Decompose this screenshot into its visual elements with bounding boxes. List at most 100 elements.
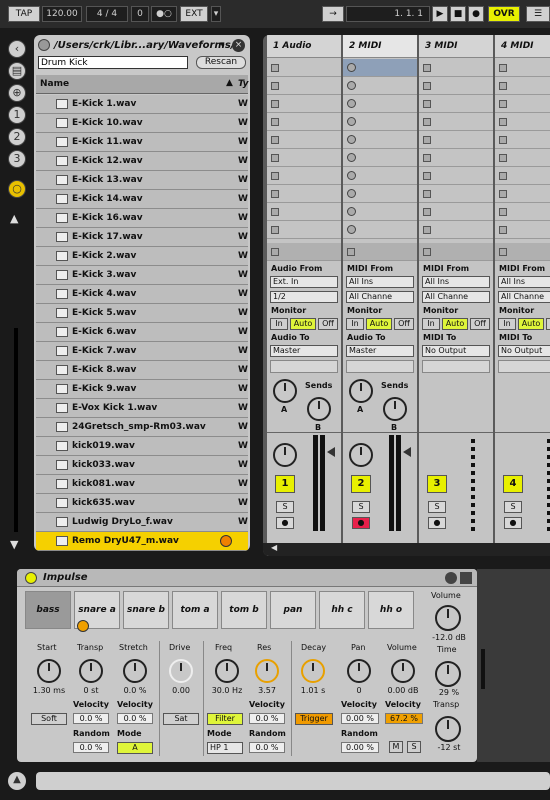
tempo-field[interactable]: 120.00 [42,6,82,22]
clip-slot[interactable] [419,113,493,131]
clip-slot[interactable] [343,113,417,131]
clip-slot[interactable] [495,203,550,221]
sample-pad[interactable]: snare b [123,591,169,629]
velocity-vol-field[interactable]: 67.2 % [385,713,423,724]
clip-slot[interactable] [495,95,550,113]
stretch-mode-button[interactable]: A [117,742,153,754]
arm-record-button[interactable]: ● [504,517,522,529]
volume-fader-icon[interactable] [327,447,335,457]
output-channel-dropdown[interactable] [346,360,414,373]
soft-button[interactable]: Soft [31,713,67,725]
filter-mode-dropdown[interactable]: HP 1 [207,742,243,754]
input-channel-dropdown[interactable]: 1/2 [270,291,338,303]
name-column-header[interactable]: Name [40,79,69,89]
sort-arrow-icon[interactable]: ▲ [226,78,233,88]
ext-sync-button[interactable]: EXT [180,6,208,22]
clip-slot[interactable] [267,131,341,149]
pan-knob[interactable] [273,443,297,467]
pan-knob[interactable] [347,659,371,683]
track-activator[interactable]: 2 [351,475,371,493]
velocity-pan-field[interactable]: 0.00 % [341,713,379,724]
monitor-auto-button[interactable]: Auto [366,318,392,330]
horizontal-scrollbar[interactable]: ◀ [263,543,550,556]
track-name[interactable]: 4 MIDI [495,35,550,58]
device-settings-icon[interactable] [445,572,457,584]
clip-slot[interactable] [343,95,417,113]
track-activator[interactable]: 3 [427,475,447,493]
clip-slot[interactable] [267,59,341,77]
stretch-knob[interactable] [123,659,147,683]
track-name[interactable]: 1 Audio [267,35,341,58]
solo-pad-button[interactable]: S [407,741,421,753]
res-knob[interactable] [255,659,279,683]
solo-button[interactable]: S [504,501,522,513]
clip-slot[interactable] [495,113,550,131]
clip-slot[interactable] [343,77,417,95]
sample-pad[interactable]: tom b [221,591,267,629]
record-icon[interactable]: ● [468,6,484,22]
toggle-detail-icon[interactable]: ▲ [8,772,26,790]
drive-knob[interactable] [169,659,193,683]
input-type-dropdown[interactable]: Ext. In [270,276,338,288]
pad-volume-knob[interactable] [391,659,415,683]
clip-slot[interactable] [495,149,550,167]
send-b-knob[interactable] [307,397,331,421]
track-name[interactable]: 3 MIDI [419,35,493,58]
folder-2-icon[interactable]: 2 [8,128,26,146]
song-position-field[interactable]: 1. 1. 1 [346,6,430,22]
scroll-up-icon[interactable]: ▲ [10,212,22,225]
track-activator[interactable]: 4 [503,475,523,493]
velocity-stretch-field[interactable]: 0.0 % [117,713,153,724]
file-row[interactable]: E-Kick 9.wav W [36,380,248,399]
monitor-in-button[interactable]: In [498,318,516,330]
play-icon[interactable]: ▶ [432,6,448,22]
browser-path[interactable]: /Users/crk/Libr...ary/Waveforms/ [54,40,235,51]
output-type-dropdown[interactable]: Master [346,345,414,357]
clip-stop-button[interactable] [419,243,493,261]
solo-button[interactable]: S [276,501,294,513]
input-channel-dropdown[interactable]: All Channe [346,291,414,303]
clip-slot[interactable] [343,59,417,77]
clip-slot[interactable] [419,77,493,95]
send-a-knob[interactable] [273,379,297,403]
clip-slot[interactable] [495,221,550,239]
transp-knob[interactable] [79,659,103,683]
type-column-header[interactable]: Ty [238,79,249,89]
clip-slot[interactable] [495,59,550,77]
clip-slot[interactable] [495,131,550,149]
preview-icon[interactable] [220,535,232,547]
trigger-button[interactable]: Trigger [295,713,333,725]
clip-slot[interactable] [495,185,550,203]
file-row[interactable]: E-Kick 7.wav W [36,342,248,361]
sample-pad[interactable]: hh c [319,591,365,629]
sat-button[interactable]: Sat [163,713,199,725]
pan-knob[interactable] [349,443,373,467]
output-channel-dropdown[interactable] [422,360,490,373]
clip-slot[interactable] [343,149,417,167]
file-row[interactable]: E-Kick 6.wav W [36,323,248,342]
clip-slot[interactable] [343,221,417,239]
output-channel-dropdown[interactable] [498,360,550,373]
file-row[interactable]: E-Kick 3.wav W [36,266,248,285]
monitor-off-button[interactable]: Off [470,318,490,330]
plugins-icon[interactable]: ⊕ [8,84,26,102]
output-type-dropdown[interactable]: No Output [422,345,490,357]
clip-stop-button[interactable] [495,243,550,261]
browser-scrollbar[interactable] [14,328,18,532]
freq-knob[interactable] [215,659,239,683]
hide-browser-icon[interactable]: ‹ [8,40,26,58]
search-input[interactable] [38,56,188,69]
clip-slot[interactable] [419,59,493,77]
monitor-auto-button[interactable]: Auto [518,318,544,330]
metronome-icon[interactable]: ●○ [151,6,177,22]
clip-stop-button[interactable] [267,243,341,261]
clip-slot[interactable] [495,77,550,95]
clip-slot[interactable] [419,95,493,113]
file-row[interactable]: E-Kick 11.wav W [36,133,248,152]
menu-icon[interactable]: ☰ [526,6,550,22]
track-activator[interactable]: 1 [275,475,295,493]
volume-knob[interactable] [435,605,461,631]
solo-button[interactable]: S [428,501,446,513]
input-type-dropdown[interactable]: All Ins [422,276,490,288]
sample-pad[interactable]: pan [270,591,316,629]
